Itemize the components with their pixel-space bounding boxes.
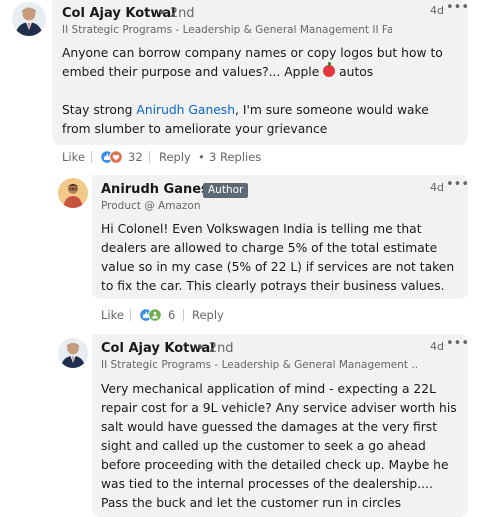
more-options-icon[interactable]: ••• <box>446 336 469 351</box>
timestamp: 4d <box>430 340 444 353</box>
reply-button[interactable]: Reply <box>192 308 224 322</box>
timestamp: 4d <box>430 181 444 194</box>
author-headline: II Strategic Programs - Leadership & Gen… <box>62 24 392 36</box>
divider <box>91 151 92 163</box>
reaction-count[interactable]: 32 <box>128 150 143 164</box>
more-options-icon[interactable]: ••• <box>446 0 469 15</box>
reaction-count[interactable]: 6 <box>168 308 175 322</box>
connection-degree: • 2nd <box>158 6 195 21</box>
author-name[interactable]: Anirudh Ganesh <box>101 182 218 197</box>
divider <box>183 309 184 321</box>
more-options-icon[interactable]: ••• <box>446 177 469 192</box>
reply-button[interactable]: Reply <box>159 150 191 164</box>
author-badge: Author <box>203 183 249 198</box>
mention-link[interactable]: Anirudh Ganesh <box>136 103 235 117</box>
view-replies-link[interactable]: 3 Replies <box>209 150 261 164</box>
divider <box>149 151 150 163</box>
avatar-col-ajay-kotwal[interactable] <box>58 338 88 368</box>
like-button[interactable]: Like <box>101 308 124 322</box>
comment-text: Anyone can borrow company names or copy … <box>62 46 443 136</box>
divider <box>130 309 131 321</box>
connection-degree: • 2nd <box>197 341 234 356</box>
author-headline: II Strategic Programs - Leadership & Gen… <box>101 359 419 371</box>
author-headline: Product @ Amazon <box>101 200 201 212</box>
reactions-icon[interactable] <box>139 307 163 322</box>
avatar-anirudh-ganesh[interactable] <box>58 178 88 208</box>
apple-emoji-icon <box>323 62 336 77</box>
reactions-icon[interactable] <box>100 149 124 164</box>
comment-text: Very mechanical application of mind - ex… <box>101 382 457 510</box>
timestamp: 4d <box>430 4 444 17</box>
bullet-separator: • <box>198 150 205 164</box>
avatar-col-ajay-kotwal[interactable] <box>12 2 46 36</box>
comment-text: Hi Colonel! Even Volkswagen India is tel… <box>101 222 455 293</box>
like-button[interactable]: Like <box>62 150 85 164</box>
